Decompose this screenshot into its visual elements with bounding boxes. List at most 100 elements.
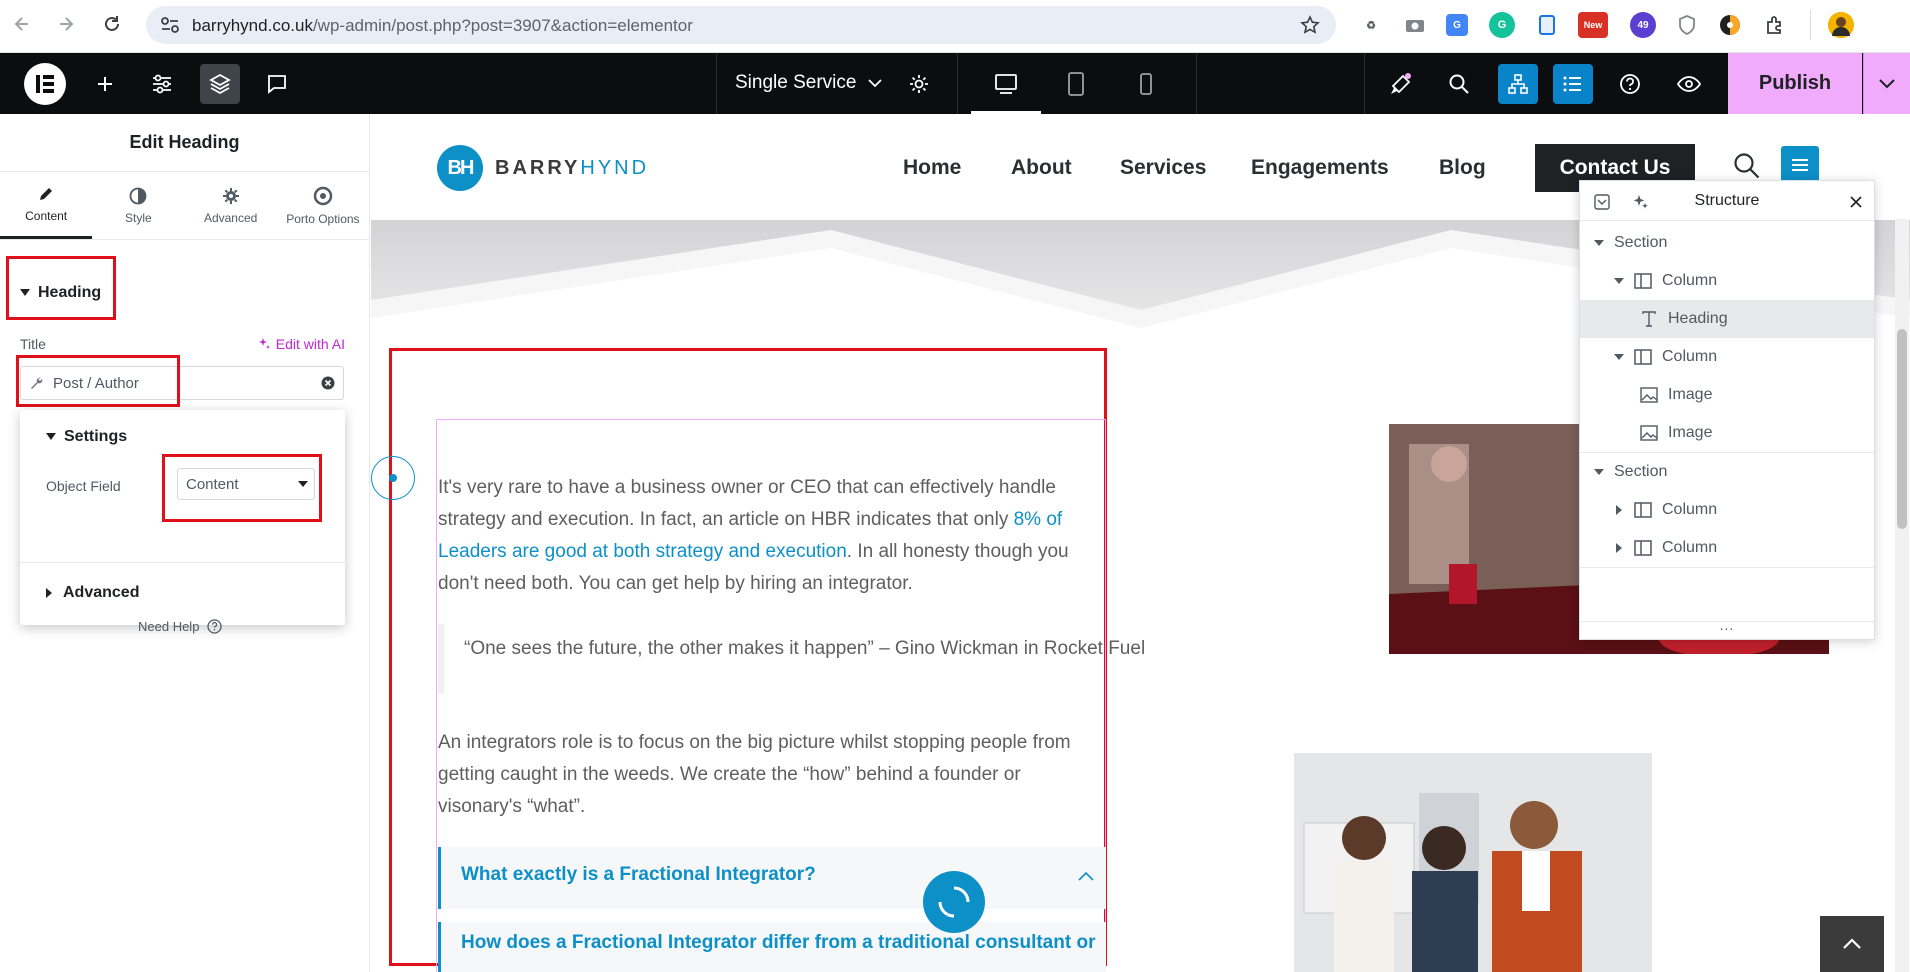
structure-navigator: Structure Section Column Heading Column … [1579,180,1875,640]
blockquote-text: “One sees the future, the other makes it… [464,638,1146,659]
column-handle[interactable] [371,456,415,500]
toolbar-divider [1810,10,1811,40]
new-badge-extension-icon[interactable]: New [1578,12,1608,38]
publish-button[interactable]: Publish [1728,53,1862,114]
document-extension-icon[interactable] [1534,12,1560,38]
site-menu-icon[interactable] [1781,146,1819,184]
site-logo[interactable]: BH BARRYHYND [437,145,649,191]
divider [1580,567,1874,568]
publish-options-button[interactable] [1863,53,1910,114]
structure-row-image[interactable]: Image [1580,376,1874,414]
image-icon [1640,425,1658,441]
intro-paragraph: It's very rare to have a business owner … [438,477,1069,594]
structure-row-heading-selected[interactable]: Heading [1580,300,1874,338]
tab-porto-options[interactable]: Porto Options [277,172,369,239]
column-icon [1634,540,1652,556]
need-help-link[interactable]: Need Help [138,619,223,634]
highlight-object-field-box [162,454,322,522]
column-icon [1634,502,1652,518]
bookmark-star-icon[interactable] [1300,15,1320,35]
mobile-view-icon[interactable] [1130,68,1162,100]
template-name-dropdown[interactable]: Single Service [735,72,883,94]
pencil-icon [40,188,53,200]
comments-icon[interactable] [261,68,293,100]
porto-circle-icon [313,186,333,205]
camera-extension-icon[interactable] [1402,12,1428,38]
object-field-label: Object Field [46,478,121,494]
dynamic-tag-settings-popover: Settings Object Field Content Advanced [20,410,345,625]
help-circle-icon [207,619,223,634]
whats-new-megaphone-icon[interactable] [1385,68,1417,100]
grammarly-extension-icon[interactable]: G [1489,12,1515,38]
close-icon[interactable] [1850,196,1862,208]
translate-extension-icon[interactable]: G [1446,14,1468,36]
page-scrollbar[interactable] [1895,219,1909,972]
address-bar[interactable]: barryhynd.co.uk/wp-admin/post.php?post=3… [146,6,1336,44]
caret-right-icon [1615,543,1622,553]
structure-row-column[interactable]: Column [1580,529,1874,567]
faq-item[interactable]: What exactly is a Fractional Integrator? [438,847,1106,909]
search-icon[interactable] [1443,68,1475,100]
settings-section-toggle[interactable]: Settings [46,428,127,446]
faq-item[interactable]: How does a Fractional Integrator differ … [438,922,1106,972]
faq-question: How does a Fractional Integrator differ … [461,932,1096,953]
column-icon [1634,349,1652,365]
elementor-logo-icon[interactable] [24,63,66,105]
caret-down-icon [1614,353,1624,360]
tab-content[interactable]: Content [0,172,93,239]
shield-extension-icon[interactable] [1674,12,1700,38]
structure-row-column[interactable]: Column [1580,491,1874,529]
page-settings-gear-icon[interactable] [903,68,935,100]
column-icon [1634,273,1652,289]
tab-advanced[interactable]: Advanced [185,172,277,239]
edit-with-ai-link[interactable]: Edit with AI [258,336,345,352]
structure-row-column[interactable]: Column [1580,262,1874,300]
desktop-view-icon[interactable] [990,68,1022,100]
swirl-extension-icon[interactable] [1717,12,1743,38]
caret-down-icon [46,433,56,440]
tablet-view-icon[interactable] [1060,68,1092,100]
puzzle-extensions-icon[interactable] [1762,12,1788,38]
image-icon [1640,387,1658,403]
profile-avatar[interactable] [1828,12,1854,38]
navigator-sitemap-icon[interactable] [1498,64,1538,104]
nav-about[interactable]: About [1011,156,1072,180]
structure-row-section[interactable]: Section [1580,224,1874,262]
editor-panel: Edit Heading Content Style Advanced Port… [0,114,370,972]
template-name: Single Service [735,72,857,93]
nav-home[interactable]: Home [903,156,961,180]
nav-blog[interactable]: Blog [1439,156,1486,180]
nav-engagements[interactable]: Engagements [1251,156,1389,180]
caret-down-icon [1594,239,1604,246]
structure-layers-icon[interactable] [200,64,240,104]
graduation-cap-extension-icon[interactable]: 49 [1630,12,1656,38]
scroll-to-top-button[interactable] [1820,916,1884,972]
chevron-down-icon [1879,78,1895,88]
loading-spinner-icon [923,871,985,933]
site-settings-icon[interactable] [160,16,180,34]
add-element-icon[interactable] [89,68,121,100]
forward-icon[interactable] [54,12,78,36]
back-icon[interactable] [10,12,34,36]
nav-services[interactable]: Services [1120,156,1206,180]
site-settings-sliders-icon[interactable] [146,68,178,100]
preview-eye-icon[interactable] [1673,68,1705,100]
structure-row-column[interactable]: Column [1580,338,1874,376]
chevron-up-icon [1078,871,1094,881]
site-search-icon[interactable] [1733,152,1761,180]
clear-tag-icon[interactable] [321,376,335,390]
list-view-icon[interactable] [1553,64,1593,104]
tab-style[interactable]: Style [92,172,184,239]
structure-header: Structure [1580,181,1874,221]
logo-mark: BH [437,145,483,191]
reload-icon[interactable] [100,12,124,36]
resize-handle[interactable]: ... [1580,617,1874,633]
structure-row-section[interactable]: Section [1580,453,1874,491]
help-icon[interactable] [1614,68,1646,100]
text-heading-icon [1642,311,1656,327]
structure-row-image[interactable]: Image [1580,414,1874,452]
scrollbar-thumb[interactable] [1897,329,1907,529]
blockquote-bar [438,624,444,694]
recycle-extension-icon[interactable]: ♻ [1358,12,1384,38]
advanced-section-toggle[interactable]: Advanced [46,584,139,602]
